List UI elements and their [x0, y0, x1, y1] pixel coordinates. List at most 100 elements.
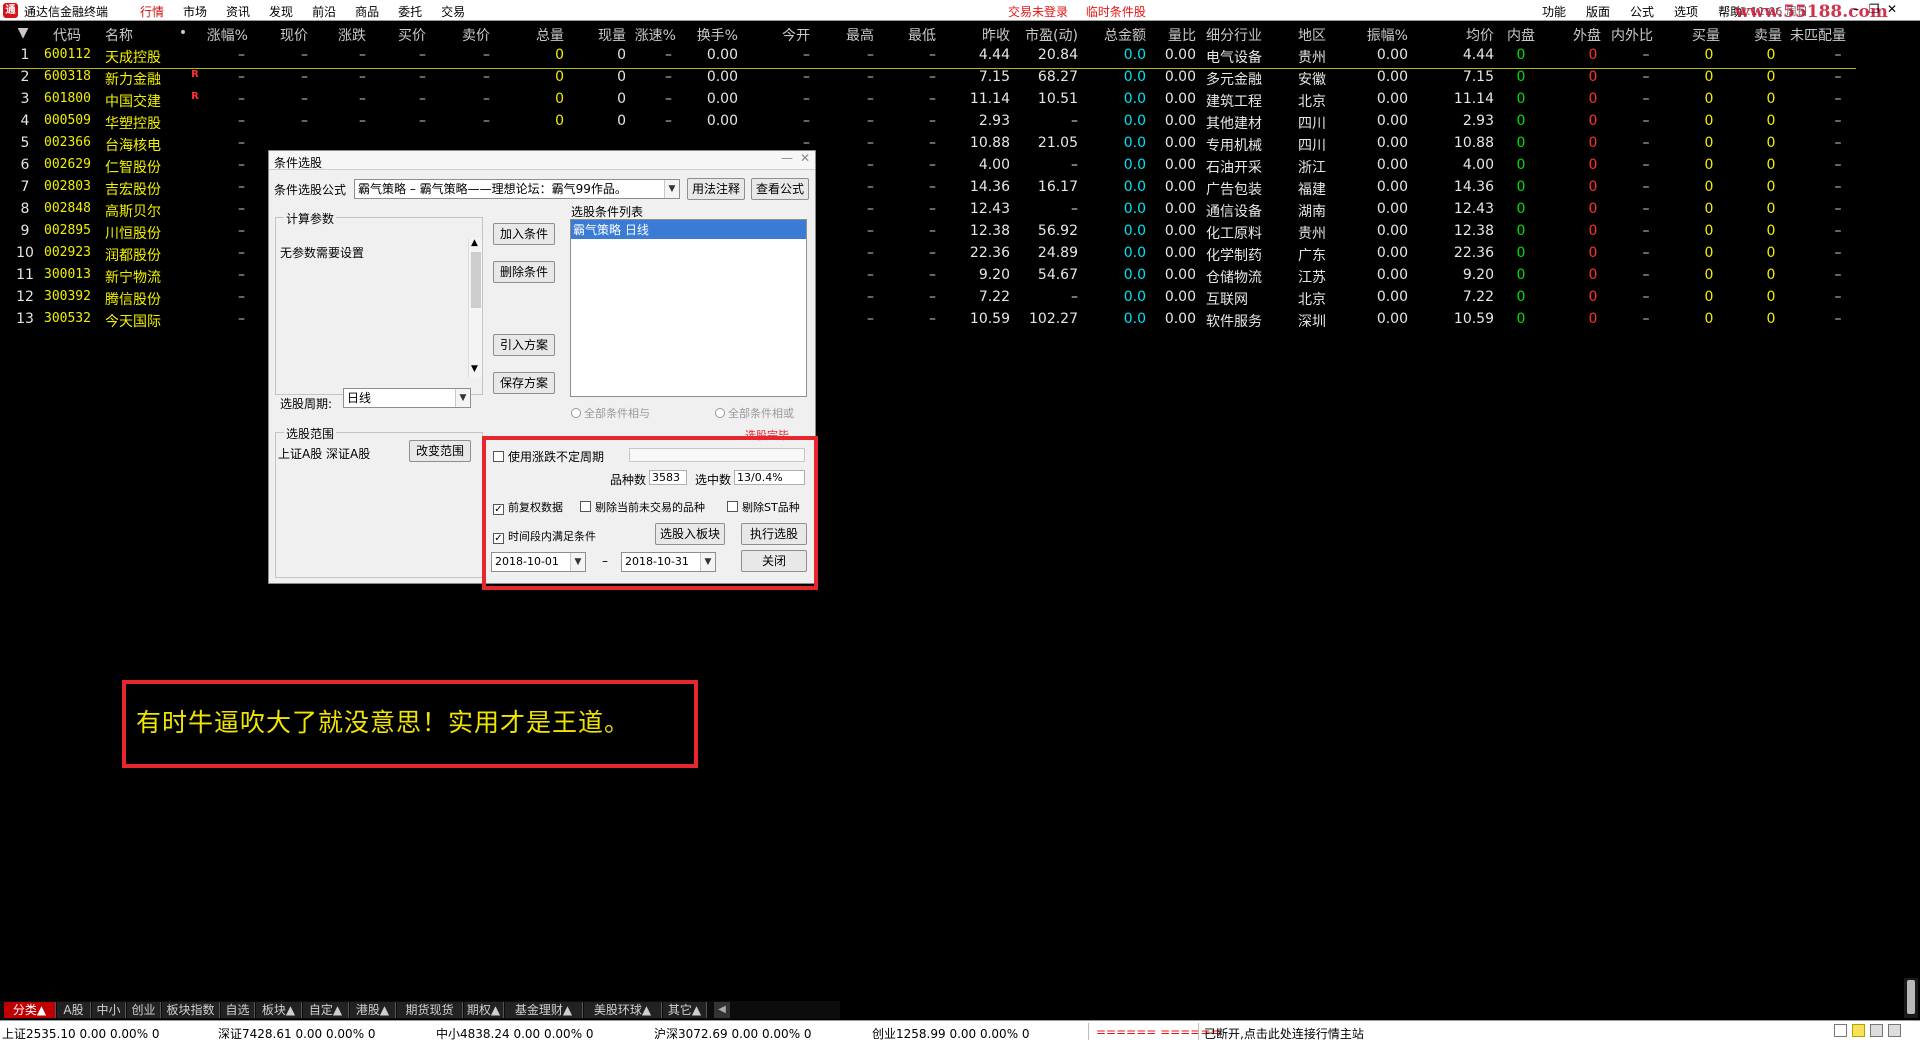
column-header[interactable]: 卖价	[446, 25, 490, 45]
tab-4[interactable]: 板块指数	[162, 1002, 220, 1018]
tab-11[interactable]: 基金理财▲	[505, 1002, 583, 1018]
chevron-down-icon[interactable]: ▼	[455, 389, 470, 407]
column-header[interactable]: 涨幅%	[196, 25, 248, 45]
column-header[interactable]: 现量	[580, 25, 626, 45]
radio-or[interactable]: 全部条件相或	[715, 405, 794, 421]
tab-scroll-left-icon[interactable]: ◀	[714, 1002, 730, 1018]
tab-2[interactable]: 中小	[92, 1002, 126, 1018]
column-header[interactable]: 振幅%	[1344, 25, 1408, 45]
save-plan-button[interactable]: 保存方案	[493, 372, 555, 394]
index-shanghai[interactable]: 上证2535.10 0.00 0.00% 0	[2, 1025, 160, 1042]
close-icon[interactable]: ✕	[1883, 2, 1901, 16]
layout-icon[interactable]	[1834, 1024, 1847, 1037]
delete-condition-button[interactable]: 删除条件	[493, 261, 555, 283]
tab-12[interactable]: 美股环球▲	[584, 1002, 662, 1018]
table-row[interactable]: 1 600112 天成控股 – – – – – 0 0 – 0.00 – – – 4.44 20.84 0.0 0.…	[0, 44, 1856, 66]
index-hushen[interactable]: 沪深3072.69 0.00 0.00% 0	[654, 1025, 812, 1042]
column-header[interactable]: 均价	[1420, 25, 1494, 45]
menu-frontier[interactable]: 前沿	[312, 3, 336, 20]
right-scrollbar[interactable]	[1904, 978, 1918, 1018]
menu-options[interactable]: 选项	[1674, 3, 1698, 20]
minimize-icon[interactable]: –	[1847, 2, 1865, 16]
tab-0[interactable]: 分类▲	[4, 1002, 56, 1018]
period-select[interactable]: 日线 ▼	[343, 388, 471, 408]
view-formula-button[interactable]: 查看公式	[751, 178, 809, 200]
trade-login-status[interactable]: 交易未登录	[1008, 5, 1068, 19]
tab-6[interactable]: 板块▲	[256, 1002, 302, 1018]
connection-status[interactable]: 已断开,点击此处连接行情主站	[1204, 1025, 1364, 1042]
scroll-up-icon[interactable]: ▲	[471, 238, 478, 248]
tab-3[interactable]: 创业	[127, 1002, 161, 1018]
scroll-thumb[interactable]	[1907, 980, 1915, 1014]
scroll-thumb[interactable]	[471, 252, 481, 308]
usage-notes-button[interactable]: 用法注释	[687, 178, 745, 200]
column-header[interactable]: 名称	[105, 25, 141, 45]
tab-1[interactable]: A股	[57, 1002, 91, 1018]
radio-or-icon[interactable]	[715, 408, 725, 418]
tab-9[interactable]: 期货现货	[397, 1002, 463, 1018]
column-header[interactable]: 昨收	[960, 25, 1010, 45]
table-row[interactable]: 3 601800 中国交建 R – – – – –0 0–0.00– – –11.14 10.51 0.0…	[0, 88, 1856, 110]
tab-13[interactable]: 其它▲	[663, 1002, 707, 1018]
column-header[interactable]: 今开	[770, 25, 810, 45]
column-header[interactable]: 最高	[832, 25, 874, 45]
menu-trade[interactable]: 交易	[441, 3, 465, 20]
tab-5[interactable]: 自选	[221, 1002, 255, 1018]
params-scrollbar[interactable]: ▲ ▼	[468, 238, 482, 378]
menu-quotes[interactable]: 行情	[140, 3, 164, 20]
add-condition-button[interactable]: 加入条件	[493, 223, 555, 245]
index-smallcap[interactable]: 中小4838.24 0.00 0.00% 0	[436, 1025, 594, 1042]
menu-order[interactable]: 委托	[398, 3, 422, 20]
sort-indicator-icon[interactable]: ▼	[14, 25, 32, 41]
menu-market[interactable]: 市场	[183, 3, 207, 20]
column-header[interactable]: 换手%	[690, 25, 738, 45]
column-header[interactable]: 现价	[262, 25, 308, 45]
tab-10[interactable]: 期权▲	[464, 1002, 504, 1018]
column-header[interactable]: 地区	[1298, 25, 1338, 45]
column-header[interactable]: •	[176, 25, 190, 41]
column-header[interactable]: 未匹配量	[1786, 25, 1850, 45]
menu-discover[interactable]: 发现	[269, 3, 293, 20]
menu-formula[interactable]: 公式	[1630, 3, 1654, 20]
window-icon[interactable]	[1888, 1024, 1901, 1037]
column-header[interactable]: 卖量	[1746, 25, 1790, 45]
column-header[interactable]: 涨速%	[630, 25, 676, 45]
table-row[interactable]: 4 000509 华塑控股 – – – – – 0 0 – 0.00 – – – 2.93 – 0.0 0.00 其他…	[0, 110, 1856, 132]
formula-select[interactable]: 霸气策略 – 霸气策略——理想论坛：霸气99作品。 ▼	[354, 179, 680, 199]
condition-item[interactable]: 霸气策略 日线	[571, 220, 806, 239]
column-header[interactable]: 细分行业	[1206, 25, 1278, 45]
radio-and-icon[interactable]	[571, 408, 581, 418]
conditions-list[interactable]: 霸气策略 日线	[570, 219, 807, 397]
dialog-minimize-icon[interactable]: —	[779, 151, 795, 165]
restore-icon[interactable]: ❐	[1865, 2, 1883, 16]
column-header[interactable]: 内外比	[1604, 25, 1660, 45]
menu-function[interactable]: 功能	[1542, 3, 1566, 20]
column-header[interactable]: 涨跌	[322, 25, 366, 45]
change-range-button[interactable]: 改变范围	[409, 440, 471, 462]
column-header[interactable]: 总金额	[1094, 25, 1146, 45]
table-row[interactable]: 2 600318 新力金融 R – – – – –0 0–0.00– – –7.15 68.27 0.0 0…	[0, 66, 1856, 88]
temp-condition-stocks[interactable]: 临时条件股	[1086, 5, 1146, 19]
index-shenzhen[interactable]: 深证7428.61 0.00 0.00% 0	[218, 1025, 376, 1042]
alert-icon[interactable]	[1852, 1024, 1865, 1037]
column-header[interactable]: 代码	[44, 25, 90, 45]
scroll-down-icon[interactable]: ▼	[471, 364, 478, 374]
dialog-close-icon[interactable]: ✕	[797, 151, 813, 165]
column-header[interactable]: 总量	[512, 25, 564, 45]
column-header[interactable]: 买量	[1684, 25, 1728, 45]
menu-news[interactable]: 资讯	[226, 3, 250, 20]
menu-layout[interactable]: 版面	[1586, 3, 1610, 20]
tab-8[interactable]: 港股▲	[350, 1002, 396, 1018]
import-plan-button[interactable]: 引入方案	[493, 334, 555, 356]
menu-commodity[interactable]: 商品	[355, 3, 379, 20]
tab-7[interactable]: 自定▲	[303, 1002, 349, 1018]
settings-icon[interactable]	[1870, 1024, 1883, 1037]
column-header[interactable]: 内盘	[1500, 25, 1542, 45]
column-header[interactable]: 量比	[1154, 25, 1196, 45]
index-chinext[interactable]: 创业1258.99 0.00 0.00% 0	[872, 1025, 1030, 1042]
column-header[interactable]: 市盈(动)	[1012, 25, 1078, 45]
column-header[interactable]: 买价	[384, 25, 426, 45]
chevron-down-icon[interactable]: ▼	[664, 180, 679, 198]
column-header[interactable]: 最低	[894, 25, 936, 45]
radio-and[interactable]: 全部条件相与	[571, 405, 650, 421]
